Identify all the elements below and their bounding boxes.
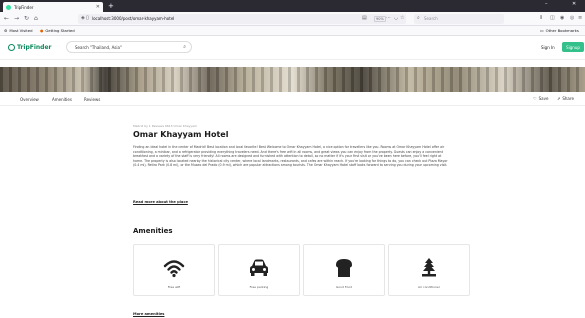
- amenities-heading: Amenities: [133, 227, 173, 235]
- read-more-link[interactable]: Read more about the place: [133, 200, 188, 204]
- car-icon: [219, 258, 299, 278]
- signup-button[interactable]: Signup: [562, 42, 584, 52]
- gallery-texture: [0, 67, 585, 92]
- amenities-list: Free wifi Free parking Good Food Air con…: [133, 244, 470, 296]
- bookmark-label: Getting Started: [45, 28, 75, 33]
- url-bar[interactable]: ◈ ▯ localhost:3000/post/omar-khayyam-hot…: [78, 14, 406, 24]
- hotel-description: Finding an ideal hotel in the center of …: [133, 145, 448, 168]
- amenity-label: Air conditioner: [417, 285, 441, 289]
- logo-text: TripFinder: [17, 44, 52, 51]
- page-actions-icon[interactable]: ⋯: [386, 15, 391, 21]
- sidebar-icon[interactable]: ◫: [550, 15, 555, 21]
- heart-icon: ♡: [533, 96, 537, 101]
- bookmark-label: Other Bookmarks: [545, 28, 579, 33]
- food-icon: [304, 258, 384, 278]
- extension-icon[interactable]: ◎: [570, 15, 574, 21]
- site-search-input[interactable]: Search "Thailand, Asia" ⌕: [66, 41, 192, 53]
- bookmark-star-icon[interactable]: ☆: [400, 15, 404, 21]
- share-icon: ⇗: [557, 96, 561, 101]
- logo-icon: [8, 44, 15, 51]
- close-tab-icon[interactable]: ✕: [96, 4, 100, 10]
- search-placeholder: Search: [424, 16, 438, 21]
- browser-tab[interactable]: TripFinder ✕: [3, 2, 103, 12]
- share-label: Share: [562, 96, 574, 101]
- bookmarks-bar: ⚙ Most Visited ● Getting Started ▭ Other…: [0, 26, 585, 36]
- site-header: TripFinder Search "Thailand, Asia" ⌕ Sig…: [0, 36, 585, 60]
- favicon-icon: [6, 4, 11, 10]
- search-icon: ⌕: [417, 15, 420, 21]
- new-tab-button[interactable]: +: [108, 2, 114, 10]
- section-nav: Overview Amenities Reviews ♡ Save ⇗ Shar…: [0, 92, 585, 106]
- amenity-card-parking: Free parking: [218, 244, 300, 296]
- browser-navbar: ← → ↻ ⌂ ◈ ▯ localhost:3000/post/omar-kha…: [0, 12, 585, 26]
- tab-overview[interactable]: Overview: [20, 97, 39, 102]
- bookmark-getting-started[interactable]: ● Getting Started: [40, 28, 75, 33]
- back-icon[interactable]: ←: [4, 15, 9, 22]
- save-button[interactable]: ♡ Save: [533, 96, 548, 101]
- wifi-icon: [134, 258, 214, 278]
- other-bookmarks[interactable]: ▭ Other Bookmarks: [540, 28, 579, 33]
- pocket-icon[interactable]: ◡: [394, 15, 398, 21]
- forward-icon[interactable]: →: [14, 15, 19, 22]
- more-amenities-link[interactable]: More amenities: [133, 312, 164, 316]
- amenity-label: Free wifi: [167, 285, 181, 289]
- folder-icon: ▭: [540, 28, 544, 33]
- bookmark-most-visited[interactable]: ⚙ Most Visited: [4, 28, 33, 33]
- firefox-icon: ●: [40, 28, 44, 33]
- browser-tab-bar: TripFinder ✕ + – ✕: [0, 0, 585, 12]
- share-button[interactable]: ⇗ Share: [557, 96, 574, 101]
- reload-icon[interactable]: ↻: [24, 15, 29, 22]
- account-icon[interactable]: ◉: [560, 15, 564, 21]
- bookmark-label: Most Visited: [9, 28, 33, 33]
- location-rating: Madrid by 1 Reviews 6615 Omar Khayyam: [133, 124, 197, 128]
- amenity-card-food: Good Food: [303, 244, 385, 296]
- amenity-label: Good Food: [335, 285, 353, 289]
- amenity-label: Free parking: [249, 285, 269, 289]
- url-text: localhost:3000/post/omar-khayyam-hotel: [92, 16, 175, 21]
- tab-amenities[interactable]: Amenities: [52, 97, 72, 102]
- site-search-value: Search "Thailand, Asia": [75, 45, 122, 50]
- amenity-card-wifi: Free wifi: [133, 244, 215, 296]
- tab-reviews[interactable]: Reviews: [84, 97, 100, 102]
- sign-in-link[interactable]: Sign In: [541, 45, 555, 50]
- tab-title: TripFinder: [14, 4, 34, 10]
- library-icon[interactable]: ⫴: [540, 15, 542, 21]
- browser-search-bar[interactable]: ⌕ Search: [414, 14, 504, 24]
- search-icon[interactable]: ⌕: [183, 44, 186, 50]
- save-label: Save: [538, 96, 549, 101]
- shield-icon: ◈: [81, 15, 85, 21]
- amenity-card-ac: Air conditioner: [388, 244, 470, 296]
- ac-icon: [389, 258, 469, 278]
- settings-gear-icon: ⚙: [4, 28, 8, 33]
- page-icon: ▯: [86, 15, 89, 21]
- close-window-icon[interactable]: ✕: [572, 1, 576, 7]
- minimize-icon[interactable]: –: [545, 1, 548, 7]
- zoom-indicator[interactable]: 90%: [374, 16, 386, 22]
- reader-view-icon[interactable]: ▤: [362, 15, 367, 21]
- menu-icon[interactable]: ≡: [578, 15, 582, 21]
- hotel-gallery-image[interactable]: [0, 67, 585, 92]
- site-logo[interactable]: TripFinder: [8, 44, 52, 51]
- page-title: Omar Khayyam Hotel: [133, 130, 229, 139]
- home-icon[interactable]: ⌂: [34, 15, 38, 22]
